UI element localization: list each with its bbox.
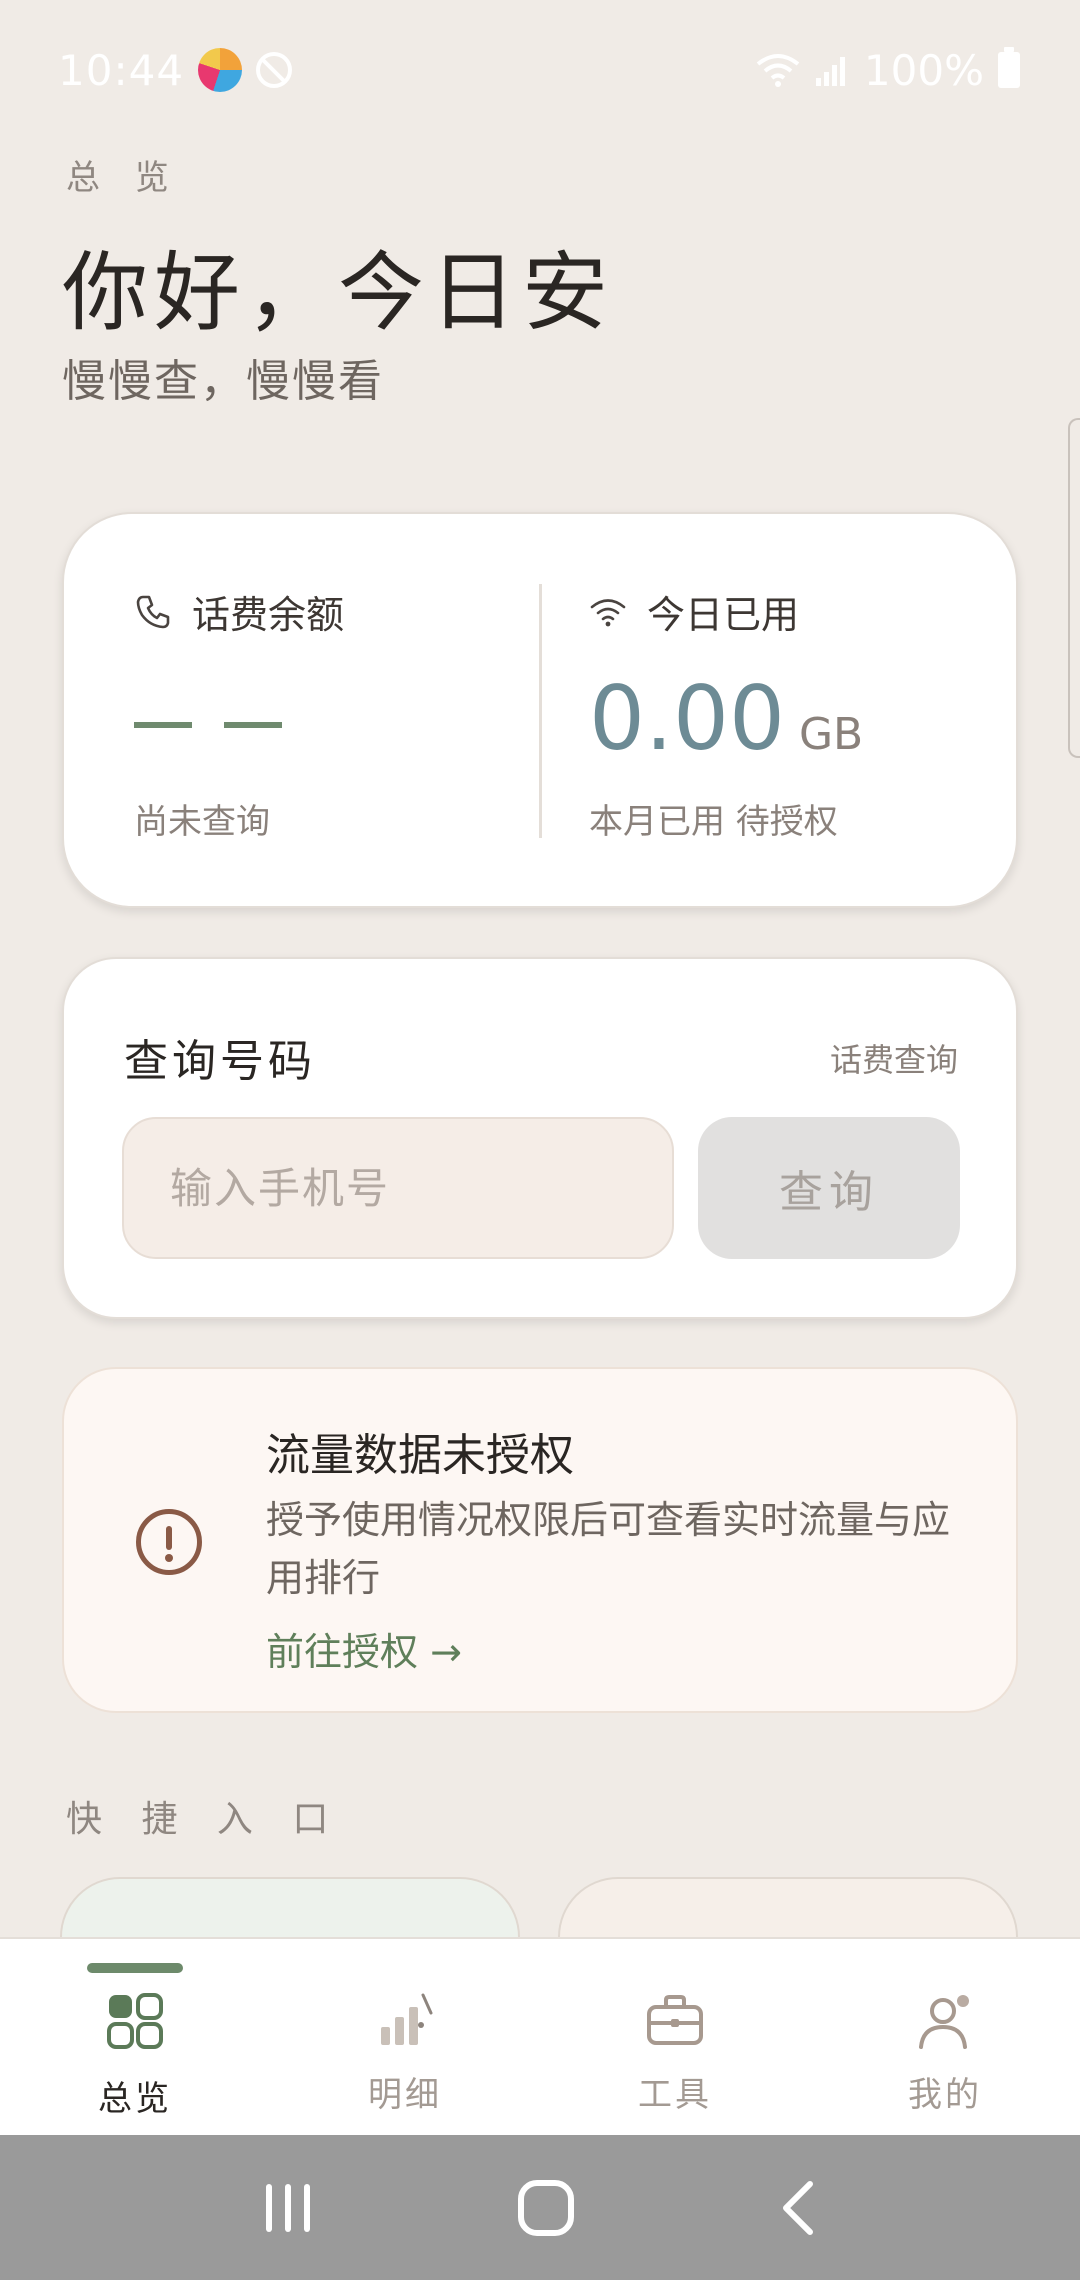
nav-label: 工具	[638, 2075, 712, 2115]
wifi-icon	[590, 598, 626, 626]
balance-label: 话费余额	[192, 593, 345, 637]
query-card: 查询号码 话费查询 查询	[62, 957, 1018, 1319]
balance-value-placeholder	[134, 695, 344, 755]
app-notification-icon	[198, 48, 243, 92]
home-icon[interactable]	[516, 2178, 576, 2238]
usage-value: 0.00	[589, 667, 785, 770]
system-nav-bar	[0, 2135, 1080, 2280]
page-title: 你好，今日安	[62, 243, 614, 343]
nav-item-tools[interactable]: 工具	[540, 1939, 810, 2135]
nav-label: 明细	[368, 2075, 442, 2115]
bar-chart-icon	[381, 1993, 433, 2045]
recents-icon[interactable]	[260, 2178, 316, 2238]
phone-icon	[136, 595, 170, 628]
balance-card[interactable]: 话费余额 尚未查询 今日已用 0.00 GB 本月已用 待授权	[62, 512, 1018, 908]
alert-circle-icon	[136, 1509, 202, 1575]
page-overline: 总 览	[66, 158, 181, 198]
no-sync-icon	[256, 52, 293, 88]
battery-icon	[998, 47, 1020, 88]
nav-item-overview[interactable]: 总览	[0, 1939, 270, 2135]
balance-label-row: 话费余额	[134, 584, 344, 639]
notice-title: 流量数据未授权	[266, 1430, 574, 1481]
notice-body: 授予使用情况权限后可查看实时流量与应用排行	[266, 1498, 951, 1600]
card-divider	[539, 584, 542, 838]
usage-column: 今日已用 0.00 GB 本月已用 待授权	[589, 584, 863, 842]
user-icon	[919, 1995, 969, 2049]
balance-column: 话费余额 尚未查询	[134, 584, 344, 842]
nav-item-details[interactable]: 明细	[270, 1939, 540, 2135]
nav-item-profile[interactable]: 我的	[810, 1939, 1080, 2135]
usage-unit: GB	[798, 709, 864, 760]
nav-active-indicator	[87, 1963, 183, 1973]
back-icon[interactable]	[776, 2178, 820, 2238]
usage-value-row: 0.00 GB	[589, 667, 863, 770]
query-button[interactable]: 查询	[698, 1117, 960, 1259]
status-left: 10:44	[58, 45, 293, 95]
edge-panel-handle[interactable]	[1068, 418, 1080, 758]
status-time: 10:44	[58, 45, 185, 95]
bottom-nav: 总览 明细 工具 我的	[0, 1937, 1080, 2135]
usage-label: 今日已用	[647, 593, 800, 637]
authorization-notice[interactable]: 流量数据未授权 授予使用情况权限后可查看实时流量与应用排行 前往授权 →	[62, 1367, 1018, 1713]
signal-icon	[815, 57, 845, 86]
usage-label-row: 今日已用	[589, 584, 863, 639]
nav-label: 总览	[98, 2079, 172, 2119]
status-bar: 10:44 100%	[0, 0, 1080, 140]
status-right: 100%	[756, 46, 1020, 95]
grant-permission-link[interactable]: 前往授权 →	[266, 1621, 462, 1676]
bill-query-link[interactable]: 话费查询	[830, 1035, 958, 1081]
quick-entries-label: 快 捷 入 口	[66, 1799, 343, 1840]
usage-note: 本月已用 待授权	[589, 802, 838, 842]
battery-percent: 100%	[863, 45, 984, 95]
query-title: 查询号码	[124, 1036, 316, 1087]
briefcase-icon	[647, 1995, 703, 2045]
balance-note: 尚未查询	[134, 802, 270, 842]
page-subtitle: 慢慢查，慢慢看	[62, 356, 384, 407]
wifi-status-icon	[756, 54, 800, 87]
grid-icon	[107, 1993, 163, 2049]
nav-label: 我的	[908, 2075, 982, 2115]
phone-number-input[interactable]	[122, 1117, 674, 1259]
